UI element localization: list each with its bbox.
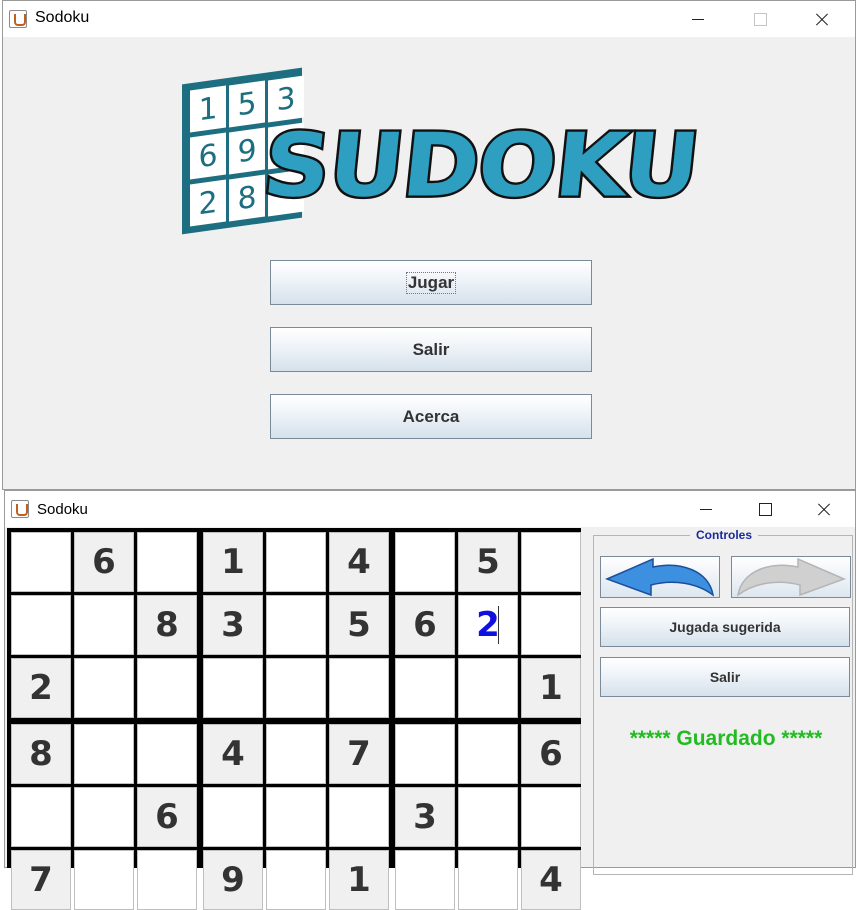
text-caret	[498, 606, 499, 644]
board-cell[interactable]: 5	[329, 595, 389, 655]
board-cell[interactable]	[74, 850, 134, 910]
board-cell[interactable]	[395, 532, 455, 592]
board-cell[interactable]	[203, 787, 263, 847]
board-cell[interactable]: 8	[11, 724, 71, 784]
redo-button	[731, 556, 851, 598]
board-cell[interactable]	[266, 724, 326, 784]
java-app-icon	[11, 500, 29, 518]
suggest-move-button[interactable]: Jugada sugerida	[600, 607, 850, 647]
board-cell[interactable]: 1	[329, 850, 389, 910]
logo-cube-cell: 5	[229, 80, 265, 128]
game-exit-button[interactable]: Salir	[600, 657, 850, 697]
close-icon[interactable]	[791, 1, 853, 37]
board-cell[interactable]	[395, 658, 455, 718]
controls-title: Controles	[690, 528, 759, 542]
board-cell[interactable]	[137, 658, 197, 718]
board-cell[interactable]: 6	[137, 787, 197, 847]
maximize-icon[interactable]	[734, 491, 796, 527]
board-cell[interactable]: 5	[458, 532, 518, 592]
board-cell[interactable]	[74, 658, 134, 718]
java-app-icon	[9, 10, 27, 28]
board-cell-user-entry[interactable]: 2	[458, 595, 518, 655]
board-cell[interactable]: 3	[395, 787, 455, 847]
redo-arrow-icon	[736, 557, 847, 597]
board-cell[interactable]	[137, 850, 197, 910]
sudoku-board: 614583562218476637914	[7, 528, 581, 910]
board-cell[interactable]	[329, 787, 389, 847]
board-cell[interactable]	[266, 787, 326, 847]
board-cell[interactable]	[395, 724, 455, 784]
board-cell[interactable]: 8	[137, 595, 197, 655]
board-cell[interactable]: 4	[521, 850, 581, 910]
board-cell[interactable]	[458, 787, 518, 847]
board-cell[interactable]: 1	[521, 658, 581, 718]
board-cell[interactable]	[395, 850, 455, 910]
board-cell[interactable]	[266, 532, 326, 592]
board-cell[interactable]	[74, 787, 134, 847]
sudoku-logo: 15369728 SUDOKU	[168, 67, 706, 236]
undo-button[interactable]	[600, 556, 720, 598]
game-window-title: Sodoku	[37, 501, 88, 518]
save-status-text: ***** Guardado *****	[629, 727, 823, 750]
logo-cube-cell: 9	[229, 127, 265, 175]
board-cell[interactable]	[266, 658, 326, 718]
board-cell[interactable]: 4	[329, 532, 389, 592]
board-cell[interactable]: 7	[11, 850, 71, 910]
game-titlebar: Sodoku	[5, 491, 855, 527]
close-icon[interactable]	[793, 491, 855, 527]
board-cell[interactable]	[458, 850, 518, 910]
board-cell[interactable]	[521, 787, 581, 847]
board-cell[interactable]	[329, 658, 389, 718]
board-cell[interactable]: 7	[329, 724, 389, 784]
board-cell[interactable]	[137, 724, 197, 784]
board-cell[interactable]	[266, 850, 326, 910]
logo-cube-cell: 2	[190, 179, 226, 227]
board-cell[interactable]	[74, 724, 134, 784]
menu-window-title: Sodoku	[35, 9, 90, 26]
board-cell[interactable]	[266, 595, 326, 655]
logo-wordmark: SUDOKU	[256, 112, 705, 219]
play-button[interactable]: Jugar	[270, 260, 592, 305]
minimize-icon[interactable]	[675, 491, 737, 527]
exit-button[interactable]: Salir	[270, 327, 592, 372]
board-cell[interactable]: 3	[203, 595, 263, 655]
maximize-icon	[729, 1, 791, 37]
board-cell[interactable]	[74, 595, 134, 655]
board-cell[interactable]: 6	[74, 532, 134, 592]
board-cell[interactable]	[521, 532, 581, 592]
logo-cube-cell: 6	[190, 132, 226, 180]
board-cell[interactable]	[137, 532, 197, 592]
board-cell[interactable]	[458, 724, 518, 784]
about-button[interactable]: Acerca	[270, 394, 592, 439]
board-cell[interactable]	[11, 532, 71, 592]
logo-cube-cell: 1	[190, 85, 226, 133]
board-cell[interactable]: 6	[395, 595, 455, 655]
board-cell[interactable]	[521, 595, 581, 655]
board-cell[interactable]: 6	[521, 724, 581, 784]
board-cell[interactable]	[11, 595, 71, 655]
game-exit-label: Salir	[709, 669, 741, 685]
play-button-label: Jugar	[405, 271, 457, 294]
undo-arrow-icon	[604, 557, 715, 597]
board-cell[interactable]	[203, 658, 263, 718]
exit-button-label: Salir	[412, 339, 450, 359]
suggest-move-label: Jugada sugerida	[669, 619, 781, 635]
board-cell[interactable]: 4	[203, 724, 263, 784]
board-cell[interactable]	[458, 658, 518, 718]
minimize-icon[interactable]	[667, 1, 729, 37]
menu-titlebar: Sodoku	[3, 1, 855, 37]
board-cell[interactable]	[11, 787, 71, 847]
board-cell[interactable]: 9	[203, 850, 263, 910]
board-cell[interactable]: 2	[11, 658, 71, 718]
about-button-label: Acerca	[402, 406, 460, 426]
board-cell[interactable]: 1	[203, 532, 263, 592]
